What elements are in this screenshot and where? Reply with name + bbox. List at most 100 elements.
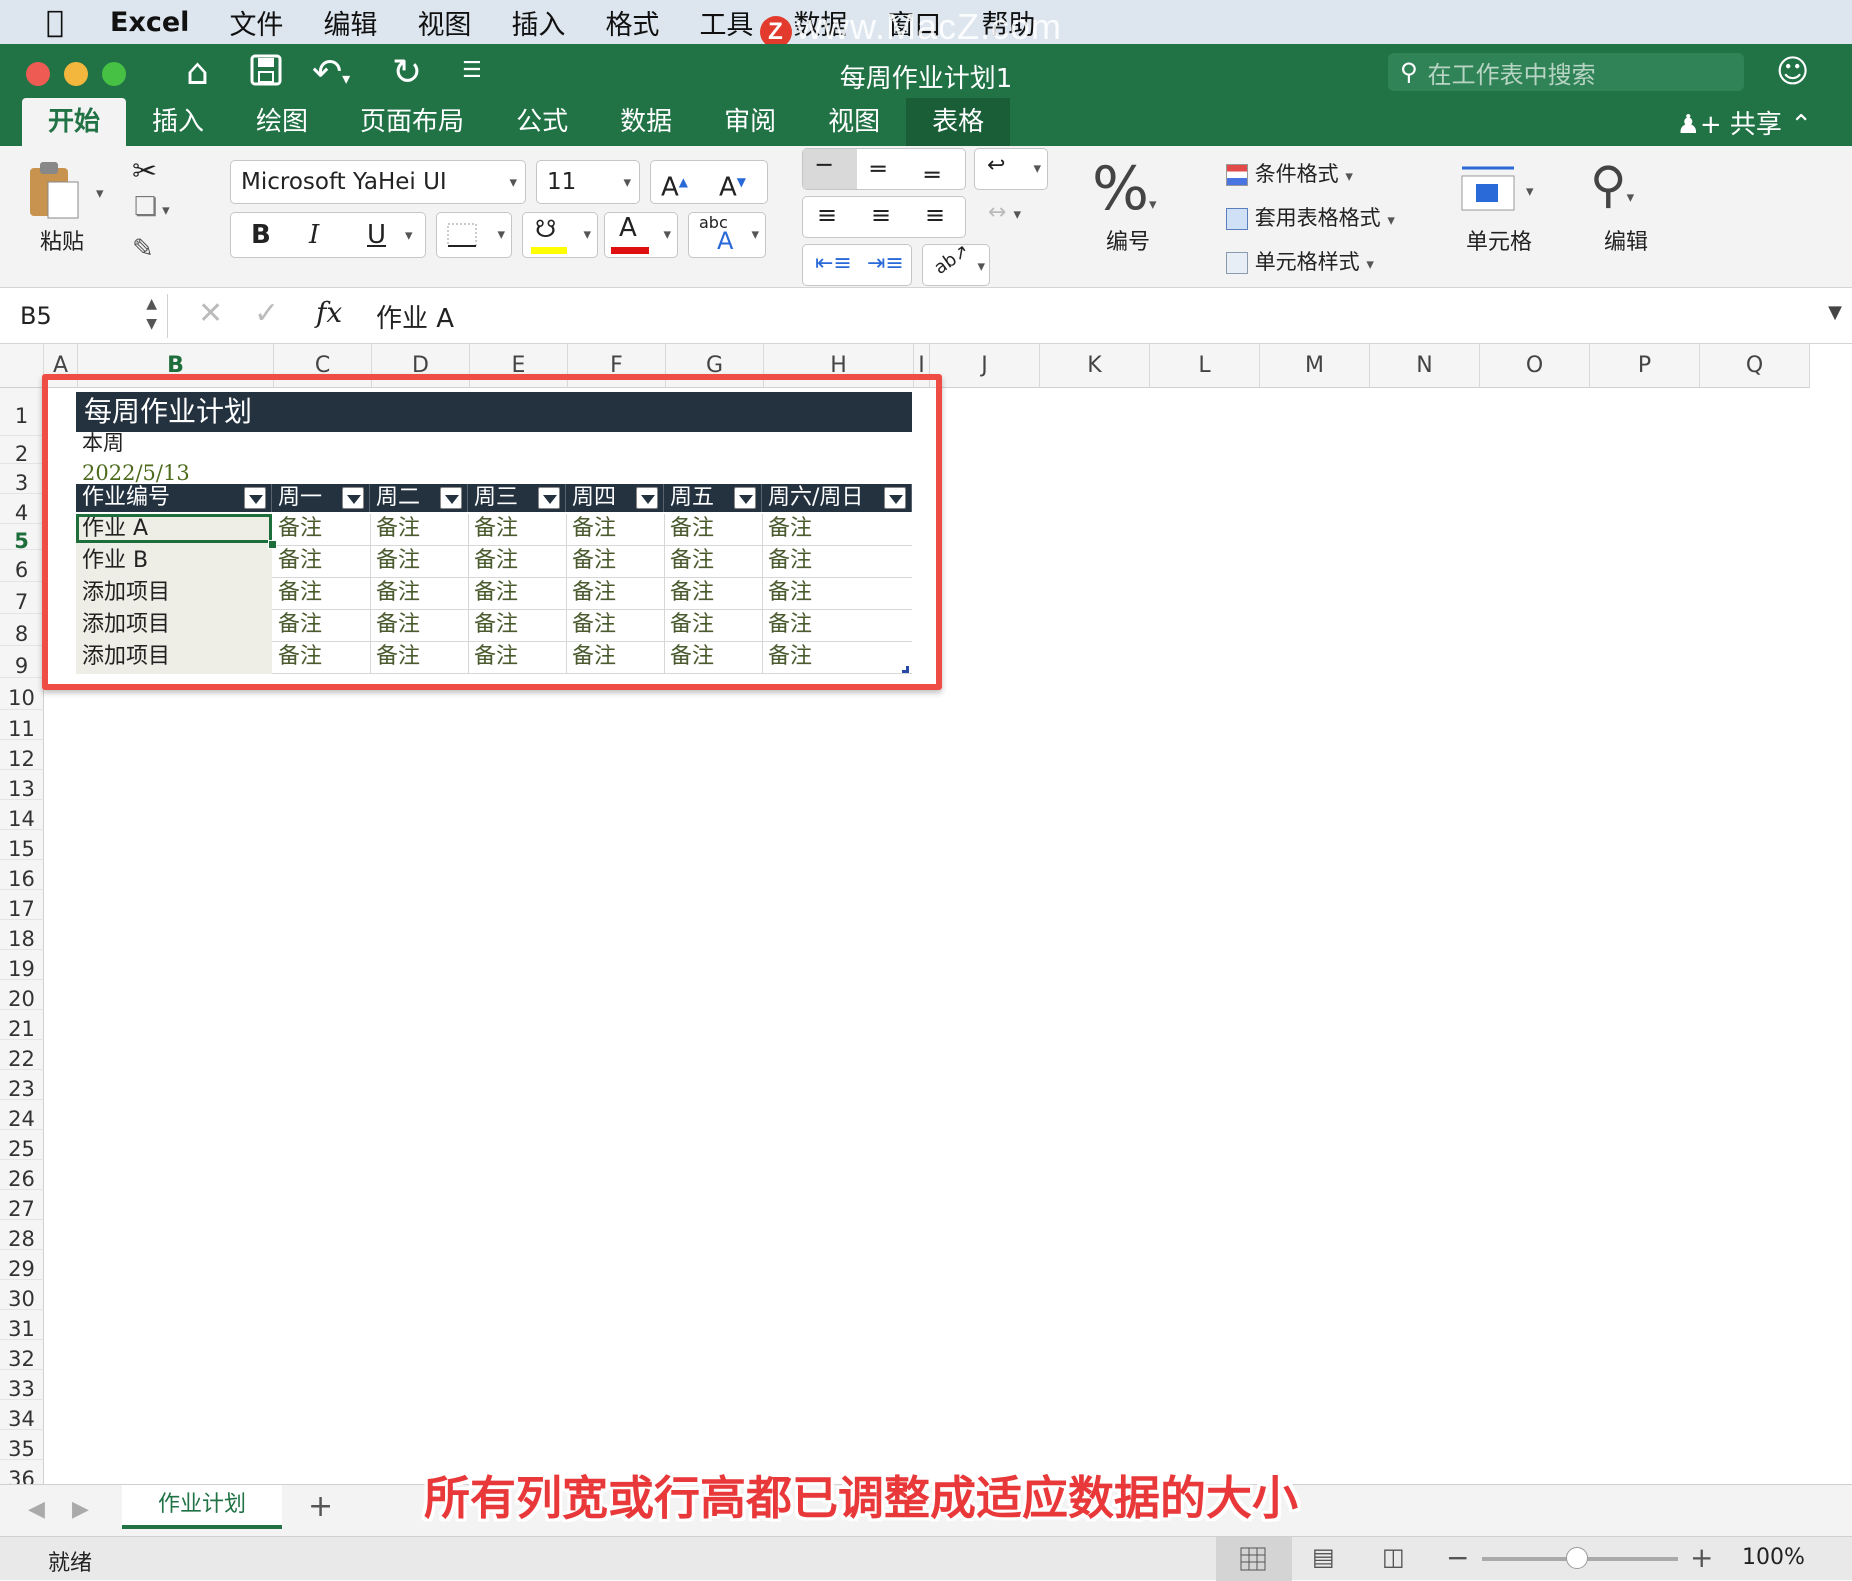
row-header-29[interactable]: 29 [0, 1250, 44, 1281]
page-break-view-icon[interactable]: ◫ [1382, 1543, 1405, 1571]
font-size-select[interactable]: 11 ▾ [536, 160, 640, 204]
prev-sheet-icon[interactable]: ◀ [28, 1497, 45, 1522]
row-header-31[interactable]: 31 [0, 1310, 44, 1341]
page-layout-view-icon[interactable]: ▤ [1312, 1543, 1335, 1571]
tab-page-layout[interactable]: 页面布局 [334, 98, 490, 146]
copy-icon[interactable]: ❏ ▾ [134, 192, 170, 222]
normal-view-button[interactable] [1216, 1537, 1292, 1581]
row-header-3[interactable]: 3 [0, 464, 44, 495]
align-right-button[interactable]: ≡ [925, 201, 945, 229]
row-header-28[interactable]: 28 [0, 1220, 44, 1251]
column-header-l[interactable]: L [1150, 344, 1260, 388]
row-header-15[interactable]: 15 [0, 830, 44, 861]
italic-button[interactable]: I [309, 213, 319, 257]
cut-icon[interactable]: ✂ [132, 154, 157, 189]
row-header-23[interactable]: 23 [0, 1070, 44, 1101]
menu-app-name[interactable]: Excel [110, 7, 189, 38]
tab-data[interactable]: 数据 [594, 98, 698, 146]
formula-input[interactable]: 作业 A [376, 298, 454, 335]
column-header-n[interactable]: N [1370, 344, 1480, 388]
column-header-m[interactable]: M [1260, 344, 1370, 388]
merge-center-button[interactable]: ↔ ▾ [988, 200, 1021, 225]
row-header-7[interactable]: 7 [0, 582, 44, 614]
find-search-icon[interactable]: ⚲▾ [1590, 156, 1634, 214]
row-header-30[interactable]: 30 [0, 1280, 44, 1311]
menu-view[interactable]: 视图 [417, 3, 471, 42]
sheet-search-input[interactable]: ⚲ 在工作表中搜索 [1388, 53, 1744, 91]
row-header-27[interactable]: 27 [0, 1190, 44, 1221]
fill-color-button[interactable]: ☋ ▾ [522, 212, 598, 258]
row-header-9[interactable]: 9 [0, 646, 44, 678]
row-header-11[interactable]: 11 [0, 710, 44, 741]
row-header-1[interactable]: 1 [0, 388, 44, 436]
row-header-34[interactable]: 34 [0, 1400, 44, 1431]
percent-icon[interactable]: %▾ [1092, 154, 1157, 224]
column-header-q[interactable]: Q [1700, 344, 1810, 388]
row-header-5[interactable]: 5 [0, 524, 44, 553]
column-header-o[interactable]: O [1480, 344, 1590, 388]
conditional-format-button[interactable]: 条件格式 ▾ [1226, 158, 1353, 188]
column-header-j[interactable]: J [930, 344, 1040, 388]
menu-format[interactable]: 格式 [605, 3, 659, 42]
align-top-button[interactable]: ─ [803, 149, 857, 189]
row-header-10[interactable]: 10 [0, 678, 44, 710]
align-middle-button[interactable]: ═ [871, 155, 885, 183]
row-header-8[interactable]: 8 [0, 614, 44, 646]
row-header-24[interactable]: 24 [0, 1100, 44, 1131]
sheet-tab-active[interactable]: 作业计划 [122, 1485, 282, 1529]
tab-review[interactable]: 审阅 [698, 98, 802, 146]
orientation-button[interactable]: ab↗ ▾ [922, 240, 990, 286]
row-header-25[interactable]: 25 [0, 1130, 44, 1161]
row-header-13[interactable]: 13 [0, 770, 44, 801]
zoom-in-button[interactable]: + [1690, 1541, 1713, 1574]
name-box[interactable]: B5 ▲ ▼ [6, 294, 168, 338]
tab-view[interactable]: 视图 [802, 98, 906, 146]
column-header-p[interactable]: P [1590, 344, 1700, 388]
confirm-edit-icon[interactable]: ✓ [254, 296, 279, 331]
decrease-indent-button[interactable]: ⇤≡ [815, 251, 852, 276]
insert-function-button[interactable]: fx [316, 296, 342, 329]
menu-insert[interactable]: 插入 [511, 3, 565, 42]
paste-button[interactable]: ▾ [24, 160, 104, 226]
wrap-text-button[interactable]: ↩ ▾ [974, 148, 1048, 190]
row-header-18[interactable]: 18 [0, 920, 44, 951]
cells-button[interactable]: ▾ [1460, 164, 1534, 218]
row-header-2[interactable]: 2 [0, 436, 44, 466]
share-button[interactable]: ♟+ 共享 ⌃ [1677, 104, 1812, 141]
worksheet-grid[interactable]: ABCDEFGHIJKLMNOPQ 1 2 3 4 5 6 7 8 9 10 11 12 13 14 15 1… [0, 344, 1852, 1484]
row-header-4[interactable]: 4 [0, 494, 44, 525]
smiley-feedback-icon[interactable]: ☺ [1776, 52, 1809, 90]
select-all-corner[interactable] [0, 344, 44, 388]
tab-table[interactable]: 表格 [906, 98, 1011, 146]
menu-edit[interactable]: 编辑 [323, 3, 377, 42]
row-header-35[interactable]: 35 [0, 1430, 44, 1461]
zoom-slider-thumb[interactable] [1566, 1547, 1588, 1569]
row-header-12[interactable]: 12 [0, 740, 44, 771]
font-color-button[interactable]: A ▾ [604, 212, 678, 258]
bold-button[interactable]: B [251, 213, 271, 257]
apple-icon[interactable]:  [0, 5, 110, 40]
add-sheet-button[interactable]: + [308, 1489, 333, 1524]
menu-file[interactable]: 文件 [229, 3, 283, 42]
row-header-19[interactable]: 19 [0, 950, 44, 981]
menu-tools[interactable]: 工具 [699, 3, 753, 42]
borders-button[interactable]: ▾ [436, 212, 512, 258]
row-header-36[interactable]: 36 [0, 1460, 44, 1484]
row-header-14[interactable]: 14 [0, 800, 44, 831]
tab-draw[interactable]: 绘图 [230, 98, 334, 146]
tab-formulas[interactable]: 公式 [490, 98, 594, 146]
align-bottom-button[interactable]: ═ [925, 161, 939, 189]
tab-insert[interactable]: 插入 [126, 98, 230, 146]
row-header-6[interactable]: 6 [0, 550, 44, 582]
row-header-32[interactable]: 32 [0, 1340, 44, 1371]
format-painter-icon[interactable]: ✎ [132, 234, 154, 264]
align-left-button[interactable]: ≡ [817, 201, 837, 229]
column-header-k[interactable]: K [1040, 344, 1150, 388]
underline-button[interactable]: U [367, 213, 386, 257]
row-header-22[interactable]: 22 [0, 1040, 44, 1071]
row-header-26[interactable]: 26 [0, 1160, 44, 1191]
row-header-16[interactable]: 16 [0, 860, 44, 891]
zoom-out-button[interactable]: − [1446, 1541, 1469, 1574]
tab-home[interactable]: 开始 [22, 98, 127, 146]
increase-indent-button[interactable]: ⇥≡ [867, 251, 904, 276]
